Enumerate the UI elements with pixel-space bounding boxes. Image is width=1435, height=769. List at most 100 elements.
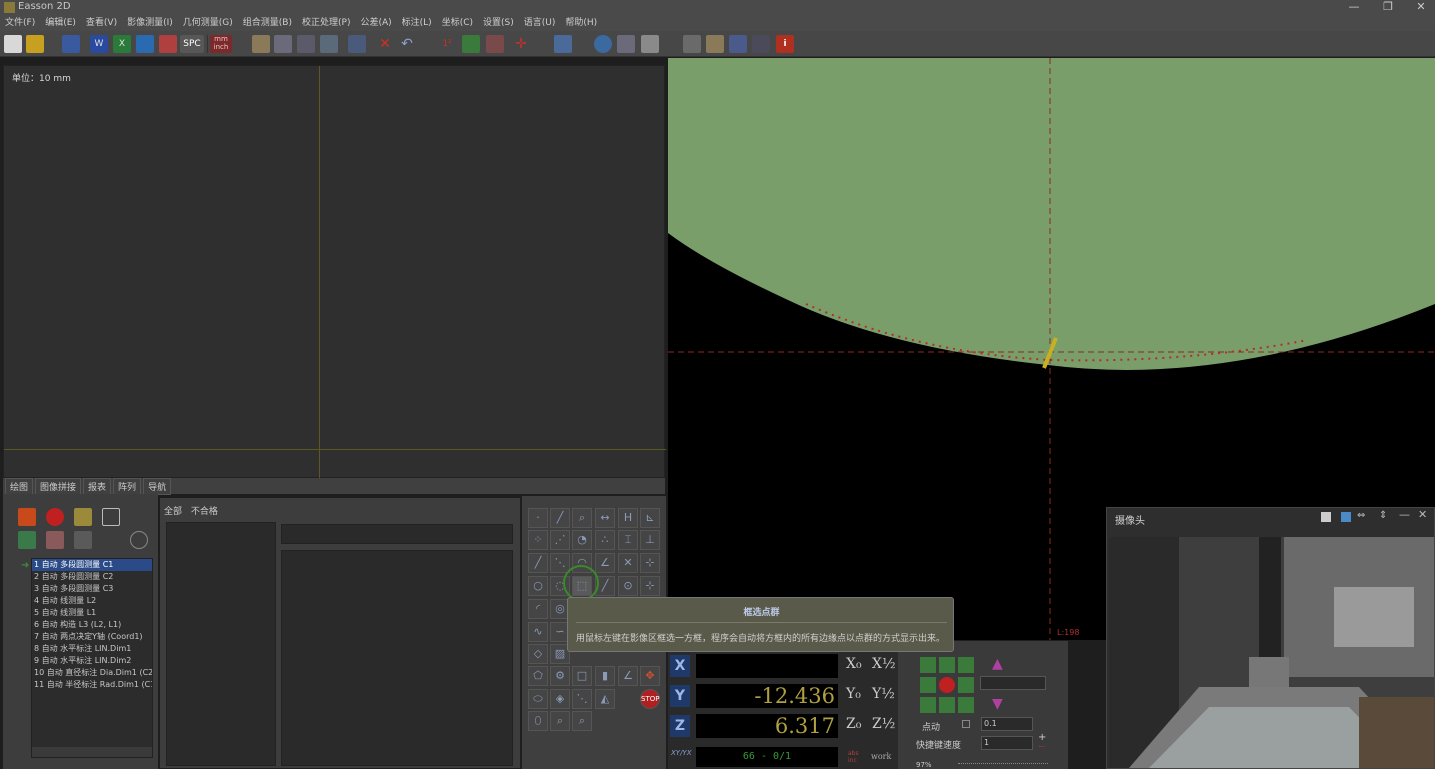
z-down-arrow-icon[interactable]: ▼ xyxy=(992,696,1003,712)
menu-language[interactable]: 语言(U) xyxy=(519,15,561,31)
arrow-left-icon[interactable] xyxy=(683,35,701,53)
unit-toggle-button[interactable]: mm inch xyxy=(210,35,232,53)
database-icon[interactable] xyxy=(641,35,659,53)
close-webcam-icon[interactable]: ✕ xyxy=(1418,508,1427,521)
delete-icon[interactable]: ✕ xyxy=(376,35,394,53)
tolerance-icon[interactable]: ⊹ xyxy=(640,553,660,573)
crosshair-icon[interactable]: ✛ xyxy=(512,35,530,53)
tab-image-stitch[interactable]: 图像拼接 xyxy=(35,478,82,495)
polygon-tool-icon[interactable]: ⬠ xyxy=(528,666,548,686)
axis-select[interactable] xyxy=(980,676,1046,690)
down-left-arrow-icon[interactable] xyxy=(920,697,936,713)
pause-icon[interactable] xyxy=(18,508,36,526)
camera-settings-icon[interactable] xyxy=(130,531,148,549)
spc-button[interactable]: SPC xyxy=(180,35,204,53)
up-left-arrow-icon[interactable] xyxy=(920,657,936,673)
vertical-distance-icon[interactable]: ⌶ xyxy=(618,530,638,550)
magnify-icon[interactable]: ⌕ xyxy=(572,711,592,731)
color-icon[interactable] xyxy=(1341,512,1351,522)
excel-export-icon[interactable]: X xyxy=(113,35,131,53)
step-list[interactable]: 1 自动 多段圆测量 C1 2 自动 多段圆测量 C2 3 自动 多段圆测量 C… xyxy=(31,558,153,758)
new-file-icon[interactable] xyxy=(4,35,22,53)
speed-decrease-button[interactable]: — xyxy=(1038,742,1045,750)
array-icon[interactable] xyxy=(486,35,504,53)
info-icon[interactable]: i xyxy=(776,35,794,53)
half-x-button[interactable]: X½ xyxy=(872,656,896,676)
search-edge-icon[interactable]: ⌕ xyxy=(572,508,592,528)
image-icon[interactable] xyxy=(706,35,724,53)
left-arrow-icon[interactable] xyxy=(920,677,936,693)
zero-x-button[interactable]: X₀ xyxy=(846,656,866,676)
webcam-window[interactable]: 摄像头 ⇔ ⇕ — ✕ xyxy=(1106,507,1435,769)
zero-y-button[interactable]: Y₀ xyxy=(846,686,866,706)
line-tool-icon[interactable]: ╱ xyxy=(550,508,570,528)
tab-navigation[interactable]: 导航 xyxy=(143,478,172,495)
diamond-tool-icon[interactable]: ◇ xyxy=(528,644,548,664)
probe-icon[interactable]: ⌕ xyxy=(550,711,570,731)
pin-icon[interactable] xyxy=(1321,512,1331,522)
line-angle-icon[interactable]: ∠ xyxy=(595,553,615,573)
menu-combined-measure[interactable]: 组合测量(B) xyxy=(238,15,297,31)
stop-icon[interactable] xyxy=(46,508,64,526)
up-right-arrow-icon[interactable] xyxy=(958,657,974,673)
speed-slider[interactable] xyxy=(958,763,1048,767)
list-item[interactable]: 7 自动 两点决定Y轴 (Coord1) xyxy=(32,631,152,643)
tab-array[interactable]: 阵列 xyxy=(113,478,142,495)
down-right-arrow-icon[interactable] xyxy=(958,697,974,713)
edge-find-icon[interactable]: ◔ xyxy=(572,530,592,550)
report-icon[interactable] xyxy=(136,35,154,53)
result-list[interactable] xyxy=(166,522,276,766)
circle-center-icon[interactable]: ⊙ xyxy=(618,576,638,596)
minimize-webcam-icon[interactable]: — xyxy=(1399,508,1410,521)
curve-tool-icon[interactable]: ∿ xyxy=(528,622,548,642)
slot-tool-icon[interactable]: ⬯ xyxy=(528,711,548,731)
tab-all[interactable]: 全部 xyxy=(164,507,182,517)
undo-icon[interactable]: ↶ xyxy=(398,35,416,53)
list-item[interactable]: 10 自动 直径标注 Dia.Dim1 (C2 xyxy=(32,667,152,679)
menu-edit[interactable]: 编辑(E) xyxy=(40,15,81,31)
half-z-button[interactable]: Z½ xyxy=(872,716,895,736)
grid-icon[interactable] xyxy=(462,35,480,53)
menu-tolerance[interactable]: 公差(A) xyxy=(355,15,396,31)
jog-checkbox[interactable] xyxy=(962,720,970,728)
layout-grid-icon[interactable] xyxy=(102,508,120,526)
half-y-button[interactable]: Y½ xyxy=(872,686,895,706)
globe-icon[interactable] xyxy=(594,35,612,53)
open-file-icon[interactable] xyxy=(26,35,44,53)
restore-button[interactable]: ❐ xyxy=(1371,0,1405,15)
list-item[interactable]: 6 自动 构造 L3 (L2, L1) xyxy=(32,619,152,631)
fit-view-icon[interactable] xyxy=(320,35,338,53)
tab-drawing[interactable]: 绘图 xyxy=(5,478,34,495)
columns-icon[interactable] xyxy=(729,35,747,53)
rotate-icon[interactable]: ◭ xyxy=(595,689,615,709)
menu-view[interactable]: 查看(V) xyxy=(81,15,122,31)
minimize-button[interactable]: — xyxy=(1337,0,1371,15)
edit-icon[interactable] xyxy=(46,531,64,549)
horizontal-scrollbar[interactable] xyxy=(32,747,152,757)
menu-settings[interactable]: 设置(S) xyxy=(478,15,519,31)
tab-report[interactable]: 报表 xyxy=(83,478,112,495)
flip-vertical-icon[interactable]: ⇕ xyxy=(1379,510,1387,521)
list-item[interactable]: 9 自动 水平标注 LIN.Dim2 xyxy=(32,655,152,667)
import-icon[interactable] xyxy=(74,531,92,549)
drawing-view[interactable]: 单位：10 mm xyxy=(3,65,666,479)
list-item[interactable]: 1 自动 多段圆测量 C1 xyxy=(32,559,152,571)
pan-hand-icon[interactable] xyxy=(252,35,270,53)
z-up-arrow-icon[interactable]: ▲ xyxy=(992,656,1003,672)
run-auto-icon[interactable] xyxy=(74,508,92,526)
arc-tool-icon[interactable]: ◜ xyxy=(528,599,548,619)
list-item[interactable]: 5 自动 线测量 L1 xyxy=(32,607,152,619)
intersect-icon[interactable]: ✕ xyxy=(618,553,638,573)
work-toggle[interactable]: work xyxy=(871,752,891,761)
move-icon[interactable]: ✥ xyxy=(640,666,660,686)
menu-image-measure[interactable]: 影像测量(I) xyxy=(122,15,178,31)
word-export-icon[interactable]: W xyxy=(90,35,108,53)
close-button[interactable]: ✕ xyxy=(1404,0,1435,15)
save-icon[interactable] xyxy=(62,35,80,53)
diamond-grid-icon[interactable]: ◈ xyxy=(550,689,570,709)
diagonal-points-icon[interactable]: ⋱ xyxy=(572,689,592,709)
select-icon[interactable] xyxy=(348,35,366,53)
circle-tool-icon[interactable]: ○ xyxy=(528,576,548,596)
numbering-icon[interactable]: 1² xyxy=(438,35,456,53)
zoom-icon[interactable] xyxy=(274,35,292,53)
